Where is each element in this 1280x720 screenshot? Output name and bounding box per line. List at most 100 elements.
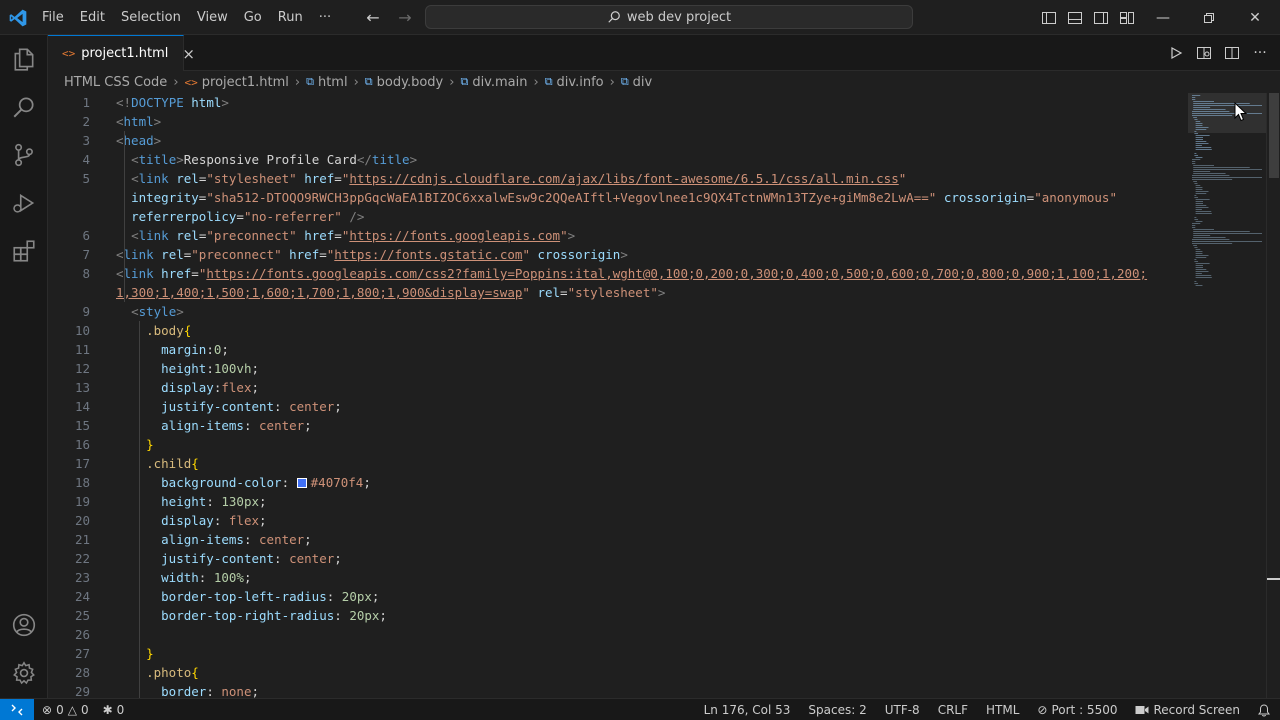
extensions-icon[interactable] [0, 227, 48, 275]
notifications-bell-icon[interactable] [1258, 703, 1270, 717]
code-editor[interactable]: 1 <!DOCTYPE html> 2 <html> 3 <head> 4 <title>R… [48, 93, 1188, 698]
code-line[interactable]: 15 align-items: center; [48, 416, 1188, 435]
scroll-thumb[interactable] [1269, 93, 1279, 178]
breadcrumb-item-4[interactable]: ⧉ div.main [460, 75, 527, 90]
customize-layout-icon[interactable] [1118, 9, 1136, 27]
menu-item-3[interactable]: View [189, 0, 236, 35]
code-line[interactable]: 28 .photo{ [48, 663, 1188, 682]
minimap-line [1193, 181, 1197, 182]
restore-icon[interactable] [1186, 0, 1232, 35]
code-line[interactable]: 13 display:flex; [48, 378, 1188, 397]
code-token: : [243, 418, 260, 433]
minimize-icon[interactable]: — [1140, 0, 1186, 35]
accounts-icon[interactable] [0, 601, 48, 649]
code-line[interactable]: referrerpolicy="no-referrer" /> [48, 207, 1188, 226]
minimap-line [1193, 231, 1250, 232]
ports-indicator[interactable]: ✱ 0 [103, 703, 125, 717]
menu-item-0[interactable]: File [34, 0, 72, 35]
menu-item-6[interactable]: ··· [311, 0, 339, 35]
encoding[interactable]: UTF-8 [885, 703, 920, 717]
breadcrumb-item-5[interactable]: ⧉ div.info [545, 75, 604, 90]
split-editor-icon[interactable] [1224, 45, 1240, 61]
remote-indicator-icon[interactable] [0, 699, 34, 720]
code-line[interactable]: 12 height:100vh; [48, 359, 1188, 378]
code-line[interactable]: 3 <head> [48, 131, 1188, 150]
arrow-right-icon[interactable]: → [394, 8, 416, 27]
code-line[interactable]: 26 [48, 625, 1188, 644]
code-line[interactable]: 2 <html> [48, 112, 1188, 131]
minimap-line [1193, 105, 1262, 106]
language-mode[interactable]: HTML [986, 703, 1019, 717]
breadcrumb-item-1[interactable]: <> project1.html [185, 75, 289, 90]
live-server-port[interactable]: ⊘ Port : 5500 [1037, 703, 1117, 717]
breadcrumb-item-2[interactable]: ⧉ html [306, 75, 347, 90]
code-line[interactable]: 29 border: none; [48, 682, 1188, 698]
toggle-panel-icon[interactable] [1066, 9, 1084, 27]
close-icon[interactable]: × [182, 45, 195, 63]
minimap-line [1195, 193, 1207, 194]
search-view-icon[interactable] [0, 83, 48, 131]
end-of-line[interactable]: CRLF [938, 703, 968, 717]
code-line[interactable]: 4 <title>Responsive Profile Card</title> [48, 150, 1188, 169]
tab-project1-html[interactable]: <> project1.html × [48, 35, 195, 71]
explorer-icon[interactable] [0, 35, 48, 83]
breadcrumb-item-6[interactable]: ⧉ div [621, 75, 652, 90]
settings-gear-icon[interactable] [0, 649, 48, 697]
cursor-position[interactable]: Ln 176, Col 53 [704, 703, 791, 717]
command-center-search[interactable]: web dev project [425, 5, 913, 29]
open-preview-icon[interactable] [1196, 45, 1212, 61]
more-actions-icon[interactable]: ··· [1252, 45, 1268, 61]
code-line[interactable]: 5 <link rel="stylesheet" href="https://c… [48, 169, 1188, 188]
code-token: = [319, 247, 327, 262]
run-code-icon[interactable] [1168, 45, 1184, 61]
line-number: 3 [82, 133, 90, 148]
source-control-icon[interactable] [0, 131, 48, 179]
run-debug-icon[interactable] [0, 179, 48, 227]
code-line[interactable]: 1 <!DOCTYPE html> [48, 93, 1188, 112]
breadcrumb-item-3[interactable]: ⧉ body.body [365, 75, 443, 90]
menu-item-2[interactable]: Selection [113, 0, 189, 35]
problems-indicator[interactable]: ⊗ 0 △ 0 [42, 703, 89, 717]
menu-item-1[interactable]: Edit [72, 0, 113, 35]
vertical-scrollbar[interactable] [1266, 93, 1280, 698]
breadcrumb-item-0[interactable]: HTML CSS Code [64, 75, 167, 90]
code-line[interactable]: 1,300;1,400;1,500;1,600;1,700;1,800;1,90… [48, 283, 1188, 302]
toggle-primary-sidebar-icon[interactable] [1040, 9, 1058, 27]
line-number: 13 [74, 380, 90, 395]
menu-item-5[interactable]: Run [270, 0, 311, 35]
code-line[interactable]: 18 background-color: #4070f4; [48, 473, 1188, 492]
record-screen[interactable]: Record Screen [1135, 703, 1240, 717]
toggle-secondary-sidebar-icon[interactable] [1092, 9, 1110, 27]
close-window-icon[interactable]: ✕ [1232, 0, 1278, 35]
code-line[interactable]: 7 <link rel="preconnect" href="https://fo… [48, 245, 1188, 264]
minimap-line [1195, 139, 1203, 140]
code-line[interactable]: 11 margin:0; [48, 340, 1188, 359]
code-line[interactable]: 6 <link rel="preconnect" href="https://f… [48, 226, 1188, 245]
code-line[interactable]: 19 height: 130px; [48, 492, 1188, 511]
code-line[interactable]: 9 <style> [48, 302, 1188, 321]
code-line[interactable]: 8 <link href="https://fonts.googleapis.co… [48, 264, 1188, 283]
line-number: 7 [82, 247, 90, 262]
code-token: width [161, 570, 199, 585]
arrow-left-icon[interactable]: ← [362, 8, 384, 27]
code-token: title [371, 152, 410, 167]
code-line[interactable]: 22 justify-content: center; [48, 549, 1188, 568]
code-line[interactable]: 16 } [48, 435, 1188, 454]
code-line[interactable]: integrity="sha512-DTOQO9RWCH3ppGqcWaEA1B… [48, 188, 1188, 207]
code-line[interactable]: 10 .body{ [48, 321, 1188, 340]
code-line[interactable]: 17 .child{ [48, 454, 1188, 473]
minimap-line [1194, 247, 1198, 248]
code-line[interactable]: 21 align-items: center; [48, 530, 1188, 549]
code-line[interactable]: 23 width: 100%; [48, 568, 1188, 587]
indentation[interactable]: Spaces: 2 [808, 703, 866, 717]
code-line[interactable]: 14 justify-content: center; [48, 397, 1188, 416]
code-line[interactable]: 20 display: flex; [48, 511, 1188, 530]
minimap[interactable] [1188, 93, 1266, 698]
code-line[interactable]: 27 } [48, 644, 1188, 663]
code-line[interactable]: 25 border-top-right-radius: 20px; [48, 606, 1188, 625]
code-token: ; [251, 684, 260, 698]
code-token: flex [221, 380, 252, 395]
code-line[interactable]: 24 border-top-left-radius: 20px; [48, 587, 1188, 606]
menu-item-4[interactable]: Go [236, 0, 270, 35]
color-swatch[interactable] [296, 478, 307, 488]
